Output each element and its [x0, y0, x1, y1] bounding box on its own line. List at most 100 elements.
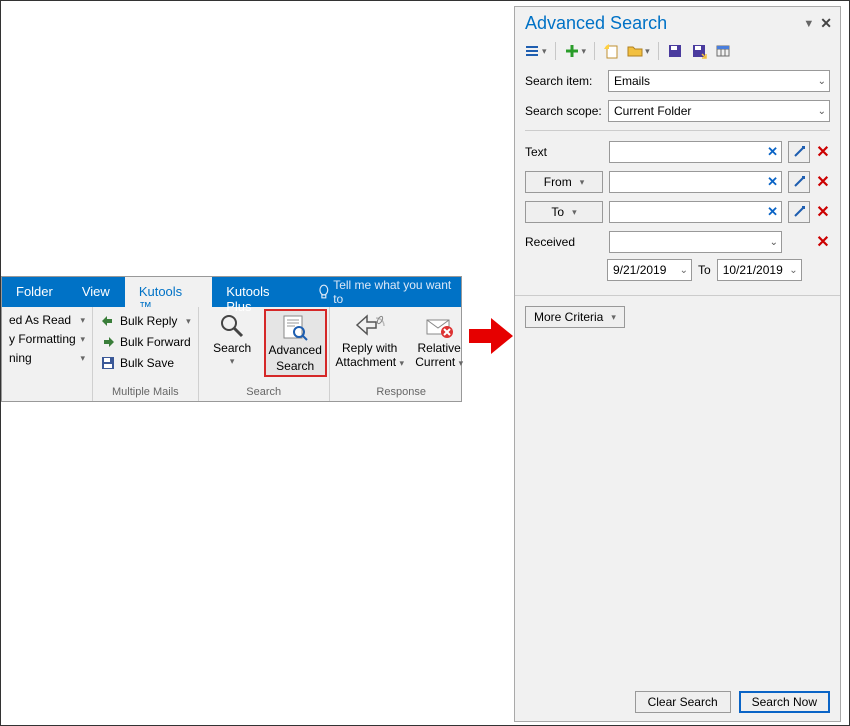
date-value: 9/21/2019 — [613, 263, 666, 277]
btn-label: From — [544, 175, 572, 189]
ribbon-group-multiple-mails: Bulk Reply ▾ Bulk Forward Bulk Save Mult… — [93, 307, 199, 401]
caret-icon: ▾ — [80, 353, 85, 364]
clear-search-button[interactable]: Clear Search — [635, 691, 731, 713]
bulb-icon — [318, 284, 330, 300]
btn-label2: Attachment — [335, 355, 396, 369]
search-item-label: Search item: — [525, 74, 608, 88]
from-dropdown[interactable]: From ▾ — [525, 171, 603, 193]
delete-row-icon[interactable]: ✕ — [816, 142, 830, 162]
save-as-icon[interactable] — [688, 40, 710, 62]
grid-icon[interactable] — [712, 40, 734, 62]
ribbon-group-search: Search ▾ Advanced Search Search — [199, 307, 330, 401]
group-label — [4, 386, 90, 399]
misc-btn-marked-as-read[interactable]: ed As Read ▾ — [6, 311, 88, 329]
caret-icon: ▾ — [399, 358, 404, 368]
misc-btn-formatting[interactable]: y Formatting ▾ — [6, 330, 88, 348]
save-icon[interactable] — [664, 40, 686, 62]
btn-label2: Current — [415, 355, 455, 369]
date-to-input[interactable]: 10/21/2019 ⌄ — [717, 259, 802, 281]
caret-icon: ▾ — [230, 356, 235, 366]
close-icon[interactable]: ✕ — [820, 15, 832, 32]
new-icon[interactable] — [600, 40, 622, 62]
tab-folder[interactable]: Folder — [2, 277, 68, 307]
btn-label1: Advanced — [269, 344, 322, 358]
btn-label1: Relative — [418, 342, 461, 356]
misc-btn-ning[interactable]: ning ▾ — [6, 349, 88, 367]
bulk-forward-button[interactable]: Bulk Forward — [97, 332, 194, 352]
picker-button[interactable] — [788, 201, 810, 223]
caret-icon: ▾ — [582, 46, 587, 57]
minimize-icon[interactable]: ▼ — [803, 18, 814, 30]
caret-icon: ⌄ — [789, 265, 797, 276]
eyedropper-icon — [792, 205, 806, 219]
reply-icon — [100, 313, 116, 329]
reply-attachment-icon — [354, 312, 386, 340]
ribbon-tabs: Folder View Kutools ™ Kutools Plus Tell … — [2, 277, 461, 307]
btn-label: ning — [9, 351, 32, 365]
ribbon-group-misc: ed As Read ▾ y Formatting ▾ ning ▾ — [2, 307, 93, 401]
separator — [555, 42, 556, 60]
date-value: 10/21/2019 — [723, 263, 783, 277]
delete-row-icon[interactable]: ✕ — [816, 172, 830, 192]
tell-me-search[interactable]: Tell me what you want to — [312, 277, 461, 307]
to-dropdown[interactable]: To ▾ — [525, 201, 603, 223]
received-select[interactable]: ⌄ — [609, 231, 782, 253]
advanced-search-button[interactable]: Advanced Search — [264, 309, 327, 377]
select-value: Current Folder — [614, 104, 691, 118]
btn-label: y Formatting — [9, 332, 76, 346]
clear-icon[interactable]: ✕ — [767, 144, 778, 160]
tell-me-text: Tell me what you want to — [333, 278, 461, 306]
pane-footer: Clear Search Search Now — [515, 683, 840, 721]
text-input[interactable]: ✕ — [609, 141, 782, 163]
btn-label: More Criteria — [534, 310, 603, 324]
separator — [594, 42, 595, 60]
clear-icon[interactable]: ✕ — [767, 174, 778, 190]
search-now-button[interactable]: Search Now — [739, 691, 830, 713]
tab-kutools-plus[interactable]: Kutools Plus — [212, 277, 311, 307]
clear-icon[interactable]: ✕ — [767, 204, 778, 220]
caret-icon: ▾ — [80, 334, 85, 345]
add-icon[interactable]: ▾ — [561, 40, 590, 62]
list-icon[interactable]: ▾ — [521, 40, 550, 62]
magnifier-icon — [218, 312, 246, 340]
date-from-input[interactable]: 9/21/2019 ⌄ — [607, 259, 692, 281]
search-button[interactable]: Search ▾ — [201, 309, 264, 367]
tab-view[interactable]: View — [68, 277, 125, 307]
btn-label2: Search — [276, 360, 314, 374]
group-label: Multiple Mails — [95, 386, 196, 399]
btn-label: Bulk Reply — [120, 314, 177, 328]
btn-label1: Reply with — [342, 342, 397, 356]
pane-toolbar: ▾ ▾ ▾ — [515, 40, 840, 66]
eyedropper-icon — [792, 145, 806, 159]
ribbon-body: ed As Read ▾ y Formatting ▾ ning ▾ — [2, 307, 461, 401]
relative-current-button[interactable]: Relative Current ▾ — [408, 309, 471, 371]
search-item-select[interactable]: Emails ⌄ — [608, 70, 830, 92]
delete-row-icon[interactable]: ✕ — [816, 232, 830, 252]
reply-with-attachment-button[interactable]: Reply with Attachment ▾ — [332, 309, 408, 371]
caret-icon: ▾ — [645, 46, 650, 57]
delete-row-icon[interactable]: ✕ — [816, 202, 830, 222]
ribbon-group-response: Reply with Attachment ▾ Relative Current… — [330, 307, 473, 401]
select-value: Emails — [614, 74, 650, 88]
from-input[interactable]: ✕ — [609, 171, 782, 193]
search-scope-select[interactable]: Current Folder ⌄ — [608, 100, 830, 122]
bulk-reply-button[interactable]: Bulk Reply ▾ — [97, 311, 194, 331]
caret-icon: ⌄ — [680, 265, 688, 276]
forward-icon — [100, 334, 116, 350]
picker-button[interactable] — [788, 141, 810, 163]
bulk-save-button[interactable]: Bulk Save — [97, 353, 194, 373]
ribbon: Folder View Kutools ™ Kutools Plus Tell … — [1, 276, 462, 402]
pane-title: Advanced Search — [525, 13, 803, 34]
picker-button[interactable] — [788, 171, 810, 193]
relative-icon — [423, 312, 455, 340]
open-folder-icon[interactable]: ▾ — [624, 40, 653, 62]
caret-icon: ▾ — [611, 312, 616, 323]
advanced-search-icon — [281, 314, 309, 342]
caret-icon: ⌄ — [818, 106, 826, 117]
caret-icon: ▾ — [542, 46, 547, 57]
tab-kutools[interactable]: Kutools ™ — [125, 277, 212, 307]
more-criteria-button[interactable]: More Criteria ▾ — [525, 306, 625, 328]
btn-label: Bulk Save — [120, 356, 174, 370]
eyedropper-icon — [792, 175, 806, 189]
to-input[interactable]: ✕ — [609, 201, 782, 223]
